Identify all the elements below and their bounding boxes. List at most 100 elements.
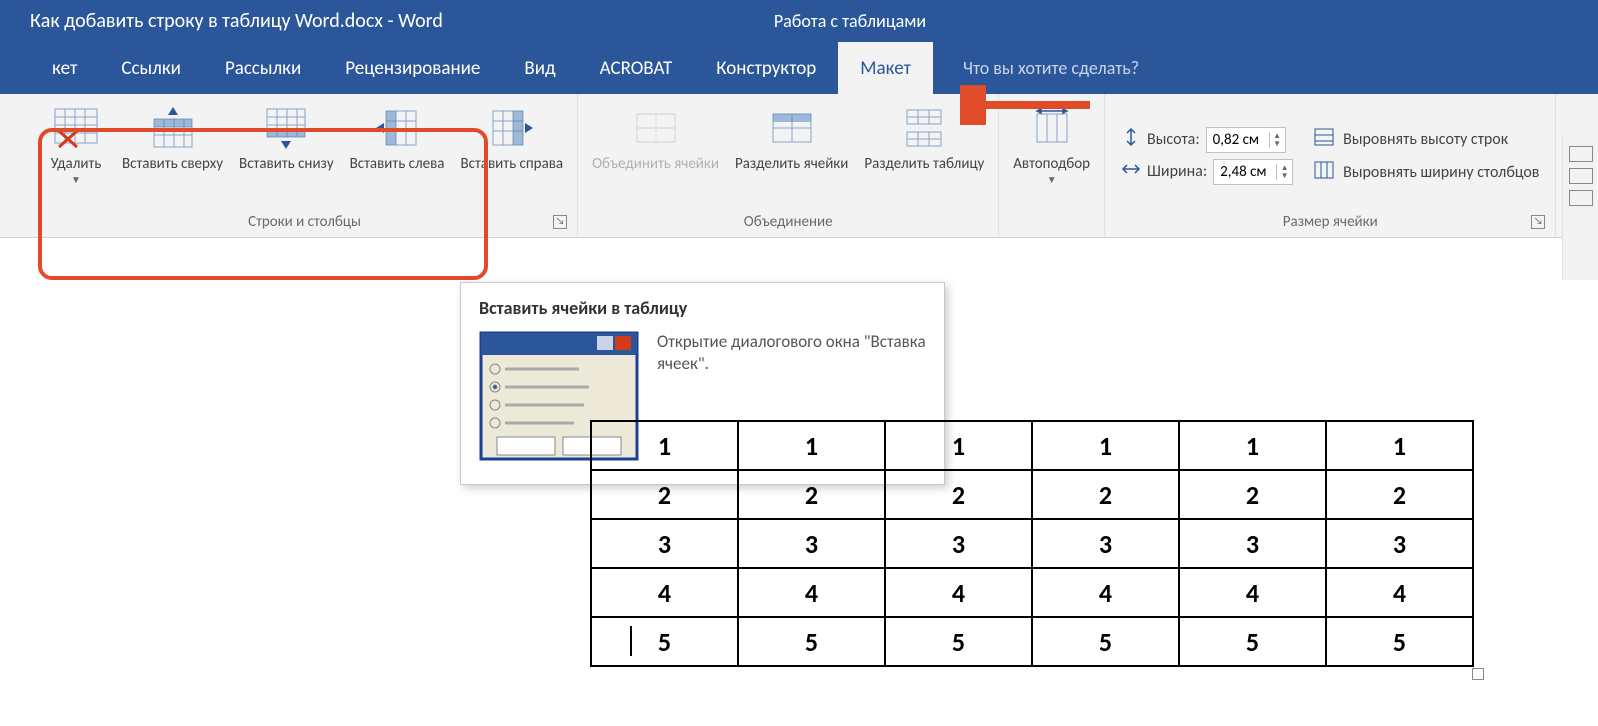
dialog-launcher-icon[interactable]: ↘ bbox=[553, 215, 567, 229]
table-cell[interactable]: 4 bbox=[738, 568, 885, 617]
tab-review[interactable]: Рецензирование bbox=[323, 42, 502, 94]
contextual-tab-label: Работа с таблицами bbox=[774, 10, 926, 32]
table-cell[interactable]: 1 bbox=[1326, 421, 1473, 470]
table-cell[interactable]: 3 bbox=[885, 519, 1032, 568]
tell-me-placeholder: Что вы хотите сделать? bbox=[963, 57, 1139, 79]
dialog-launcher-icon[interactable]: ↘ bbox=[1531, 215, 1545, 229]
table-cell[interactable]: 2 bbox=[885, 470, 1032, 519]
table-cell[interactable]: 1 bbox=[591, 421, 738, 470]
split-cells-label: Разделить ячейки bbox=[735, 156, 848, 173]
table-row[interactable]: 555555 bbox=[591, 617, 1473, 666]
group-rows-columns: Удалить ▼ Вставить сверху Вставить снизу bbox=[0, 94, 578, 237]
table-row[interactable]: 444444 bbox=[591, 568, 1473, 617]
dropdown-caret-icon: ▼ bbox=[71, 173, 81, 186]
table-row[interactable]: 222222 bbox=[591, 470, 1473, 519]
table-cell[interactable]: 5 bbox=[1179, 617, 1326, 666]
table-cell[interactable]: 4 bbox=[1032, 568, 1179, 617]
ribbon: Удалить ▼ Вставить сверху Вставить снизу bbox=[0, 94, 1598, 238]
table-cell[interactable]: 1 bbox=[738, 421, 885, 470]
tab-acrobat[interactable]: ACROBAT bbox=[578, 42, 695, 94]
insert-above-button[interactable]: Вставить сверху bbox=[116, 100, 229, 177]
table-cell[interactable]: 3 bbox=[1326, 519, 1473, 568]
split-cells-icon bbox=[768, 104, 816, 152]
split-table-button[interactable]: Разделить таблицу bbox=[858, 100, 990, 177]
group-cell-size: Высота: ▲▼ Ширина: ▲▼ bbox=[1105, 94, 1556, 237]
autofit-icon bbox=[1028, 104, 1076, 152]
table-cell[interactable]: 2 bbox=[1032, 470, 1179, 519]
table-cell[interactable]: 2 bbox=[738, 470, 885, 519]
table-cell[interactable]: 5 bbox=[885, 617, 1032, 666]
delete-button[interactable]: Удалить ▼ bbox=[40, 100, 112, 190]
tab-label: Конструктор bbox=[716, 57, 816, 80]
split-cells-button[interactable]: Разделить ячейки bbox=[729, 100, 854, 177]
table-cell[interactable]: 5 bbox=[1326, 617, 1473, 666]
table-cell[interactable]: 3 bbox=[1032, 519, 1179, 568]
table-cell[interactable]: 1 bbox=[1179, 421, 1326, 470]
width-icon bbox=[1121, 159, 1141, 184]
width-spinner[interactable]: ▲▼ bbox=[1213, 159, 1293, 185]
spin-down-icon[interactable]: ▼ bbox=[1276, 172, 1292, 180]
table-cell[interactable]: 4 bbox=[1326, 568, 1473, 617]
insert-column-left-icon bbox=[373, 104, 421, 152]
distribute-rows-label: Выровнять высоту строк bbox=[1343, 130, 1508, 149]
table-row[interactable]: 333333 bbox=[591, 519, 1473, 568]
tab-mailings[interactable]: Рассылки bbox=[203, 42, 323, 94]
table-cell[interactable]: 4 bbox=[591, 568, 738, 617]
table-resize-handle-icon[interactable] bbox=[1472, 668, 1484, 680]
spin-down-icon[interactable]: ▼ bbox=[1269, 140, 1285, 148]
table-cell[interactable]: 2 bbox=[1326, 470, 1473, 519]
tab-partial[interactable]: кет bbox=[30, 42, 99, 94]
group-label-rows-columns: Строки и столбцы ↘ bbox=[40, 211, 569, 233]
tab-label: Рассылки bbox=[225, 57, 301, 80]
table-cell[interactable]: 5 bbox=[738, 617, 885, 666]
tab-layout[interactable]: Макет bbox=[838, 42, 933, 94]
table-cell[interactable]: 3 bbox=[1179, 519, 1326, 568]
merge-cells-label: Объединить ячейки bbox=[592, 156, 719, 173]
document-table[interactable]: 111111222222333333444444555555 bbox=[590, 420, 1474, 667]
contextual-tab-title: Работа с таблицами bbox=[740, 0, 960, 42]
insert-right-button[interactable]: Вставить справа bbox=[455, 100, 570, 177]
insert-below-button[interactable]: Вставить снизу bbox=[233, 100, 340, 177]
tab-design[interactable]: Конструктор bbox=[694, 42, 838, 94]
delete-table-icon bbox=[52, 104, 100, 152]
insert-row-above-icon bbox=[149, 104, 197, 152]
table-cell[interactable]: 5 bbox=[1032, 617, 1179, 666]
tab-references[interactable]: Ссылки bbox=[99, 42, 203, 94]
table-cell[interactable]: 5 bbox=[591, 617, 738, 666]
table-cell[interactable]: 3 bbox=[738, 519, 885, 568]
tab-label: Рецензирование bbox=[345, 57, 480, 80]
insert-row-below-icon bbox=[262, 104, 310, 152]
table-cell[interactable]: 2 bbox=[1179, 470, 1326, 519]
table-cell[interactable]: 3 bbox=[591, 519, 738, 568]
delete-label: Удалить bbox=[51, 156, 102, 173]
tab-label: Вид bbox=[524, 57, 555, 80]
insert-column-right-icon bbox=[488, 104, 536, 152]
dropdown-caret-icon: ▼ bbox=[1047, 173, 1057, 186]
width-input[interactable] bbox=[1214, 161, 1276, 183]
table-cell[interactable]: 2 bbox=[591, 470, 738, 519]
tab-view[interactable]: Вид bbox=[502, 42, 577, 94]
tab-label: Ссылки bbox=[121, 57, 181, 80]
tell-me-search[interactable]: Что вы хотите сделать? bbox=[933, 42, 1139, 94]
table-row[interactable]: 111111 bbox=[591, 421, 1473, 470]
table-cell[interactable]: 4 bbox=[1179, 568, 1326, 617]
table-cell[interactable]: 4 bbox=[885, 568, 1032, 617]
insert-left-button[interactable]: Вставить слева bbox=[344, 100, 451, 177]
distribute-rows-button[interactable]: Выровнять высоту строк bbox=[1313, 127, 1539, 152]
mini-button[interactable] bbox=[1569, 190, 1593, 206]
height-input[interactable] bbox=[1207, 129, 1269, 151]
mini-button[interactable] bbox=[1569, 146, 1593, 162]
tooltip-title: Вставить ячейки в таблицу bbox=[479, 297, 926, 319]
ribbon-tabs: кет Ссылки Рассылки Рецензирование Вид A… bbox=[0, 42, 1598, 94]
tab-label: ACROBAT bbox=[600, 57, 673, 80]
distribute-columns-label: Выровнять ширину столбцов bbox=[1343, 163, 1539, 182]
distribute-columns-button[interactable]: Выровнять ширину столбцов bbox=[1313, 160, 1539, 185]
table-cell[interactable]: 1 bbox=[885, 421, 1032, 470]
height-spinner[interactable]: ▲▼ bbox=[1206, 127, 1286, 153]
mini-button[interactable] bbox=[1569, 168, 1593, 184]
autofit-button[interactable]: Автоподбор ▼ bbox=[1007, 100, 1096, 190]
split-table-icon bbox=[900, 104, 948, 152]
table-cell[interactable]: 1 bbox=[1032, 421, 1179, 470]
ribbon-right-edge bbox=[1562, 136, 1598, 280]
window-title: Как добавить строку в таблицу Word.docx … bbox=[30, 9, 443, 33]
